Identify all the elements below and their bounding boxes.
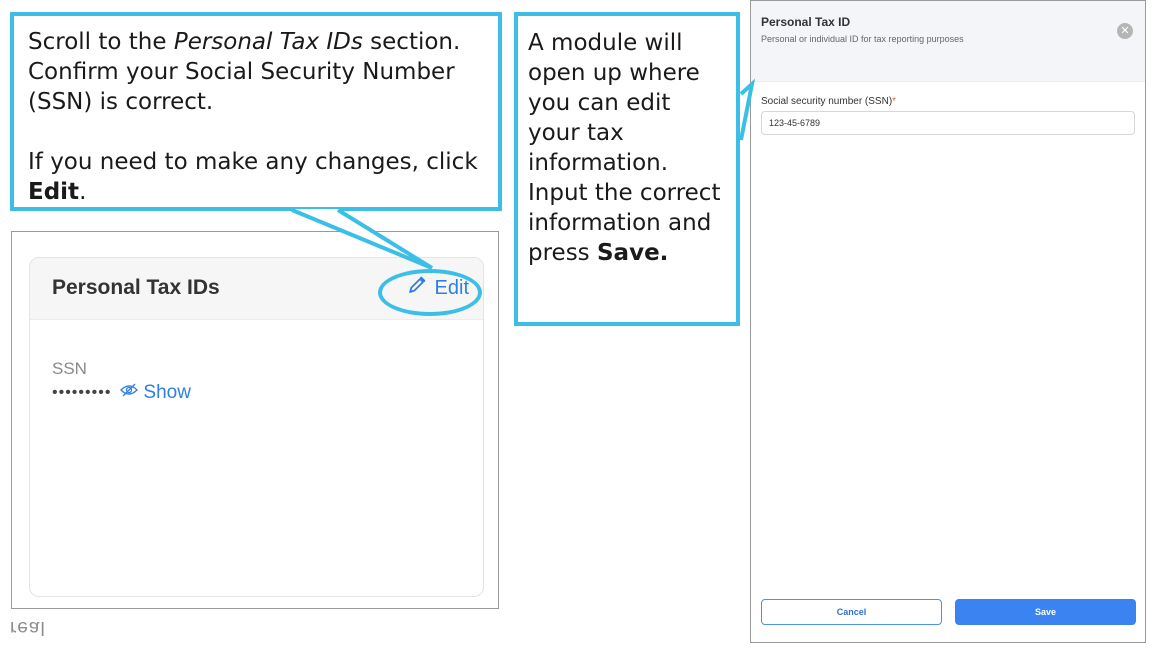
ssn-value-row: ••••••••• Show bbox=[52, 382, 191, 404]
modal-subtitle: Personal or individual ID for tax report… bbox=[761, 34, 964, 44]
ssn-field-label-text: Social security number (SSN) bbox=[761, 96, 893, 107]
ssn-field-label: Social security number (SSN)* bbox=[761, 96, 896, 107]
callout-text-1: Scroll to the Personal Tax IDs section. … bbox=[28, 27, 484, 117]
personal-tax-id-modal: Personal Tax ID Personal or individual I… bbox=[750, 0, 1146, 643]
close-icon[interactable]: ✕ bbox=[1117, 23, 1133, 39]
modal-title: Personal Tax ID bbox=[761, 15, 851, 29]
modal-header: Personal Tax ID Personal or individual I… bbox=[751, 1, 1145, 82]
callout-section-name: Personal Tax IDs bbox=[173, 29, 363, 55]
ssn-input[interactable] bbox=[761, 111, 1135, 135]
card-title: Personal Tax IDs bbox=[52, 276, 220, 299]
required-mark: * bbox=[892, 96, 897, 107]
callout-text-part: . bbox=[79, 179, 87, 205]
callout-text-3: A module will open up where you can edit… bbox=[528, 28, 726, 268]
edit-highlight-oval bbox=[378, 269, 482, 316]
ssn-label: SSN bbox=[52, 359, 87, 378]
card-screenshot-frame: Personal Tax IDs Edit SSN ••••••••• Show bbox=[11, 231, 499, 609]
callout-text-2: If you need to make any changes, click E… bbox=[28, 147, 484, 207]
eye-off-icon bbox=[119, 382, 139, 404]
instruction-callout-scroll: Scroll to the Personal Tax IDs section. … bbox=[10, 12, 502, 211]
callout-text-part: If you need to make any changes, click bbox=[28, 149, 478, 175]
instruction-callout-module: A module will open up where you can edit… bbox=[514, 12, 740, 326]
callout-edit-word: Edit bbox=[28, 179, 80, 205]
ssn-masked-value: ••••••••• bbox=[52, 384, 112, 401]
brand-logo: real bbox=[10, 617, 46, 638]
show-ssn-button[interactable]: Show bbox=[119, 382, 191, 404]
callout-text-part: Scroll to the bbox=[28, 29, 174, 55]
callout-text-part: A module will open up where you can edit… bbox=[528, 30, 721, 266]
callout-save-word: Save. bbox=[596, 240, 669, 266]
save-button[interactable]: Save bbox=[955, 599, 1136, 625]
show-label: Show bbox=[143, 382, 191, 403]
cancel-button[interactable]: Cancel bbox=[761, 599, 942, 625]
